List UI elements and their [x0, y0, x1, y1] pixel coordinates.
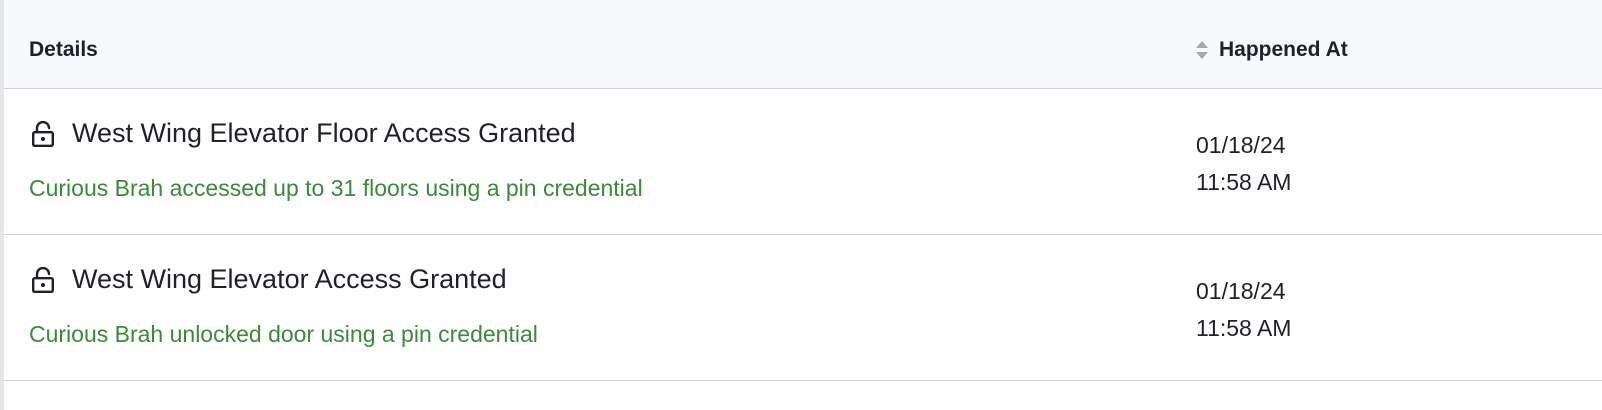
- event-description: Curious Brah accessed up to 31 floors us…: [29, 175, 643, 201]
- event-time: 11:58 AM: [1196, 169, 1292, 195]
- unlocked-icon: [32, 121, 54, 147]
- table-row[interactable]: West Wing Elevator Floor Access Granted …: [4, 89, 1602, 235]
- column-header-details: Details: [29, 38, 98, 61]
- event-happened-at: 01/18/24 11:58 AM: [1196, 273, 1291, 347]
- event-title: West Wing Elevator Floor Access Granted: [72, 118, 576, 148]
- unlocked-icon: [32, 267, 54, 293]
- table-row[interactable]: West Wing Elevator Access Granted Curiou…: [4, 235, 1602, 381]
- column-header-happened-at-label: Happened At: [1219, 38, 1348, 61]
- table-header: Details Happened At: [4, 0, 1602, 89]
- sort-icon[interactable]: [1195, 39, 1209, 61]
- event-time: 11:58 AM: [1196, 315, 1292, 341]
- event-title: West Wing Elevator Access Granted: [72, 264, 507, 294]
- event-date: 01/18/24: [1196, 132, 1286, 158]
- event-happened-at: 01/18/24 11:58 AM: [1196, 127, 1291, 201]
- event-date: 01/18/24: [1196, 278, 1286, 304]
- event-description: Curious Brah unlocked door using a pin c…: [29, 321, 538, 347]
- column-header-happened-at[interactable]: Happened At: [1195, 38, 1348, 62]
- events-table: Details Happened At West Wing Elevator F…: [0, 0, 1602, 410]
